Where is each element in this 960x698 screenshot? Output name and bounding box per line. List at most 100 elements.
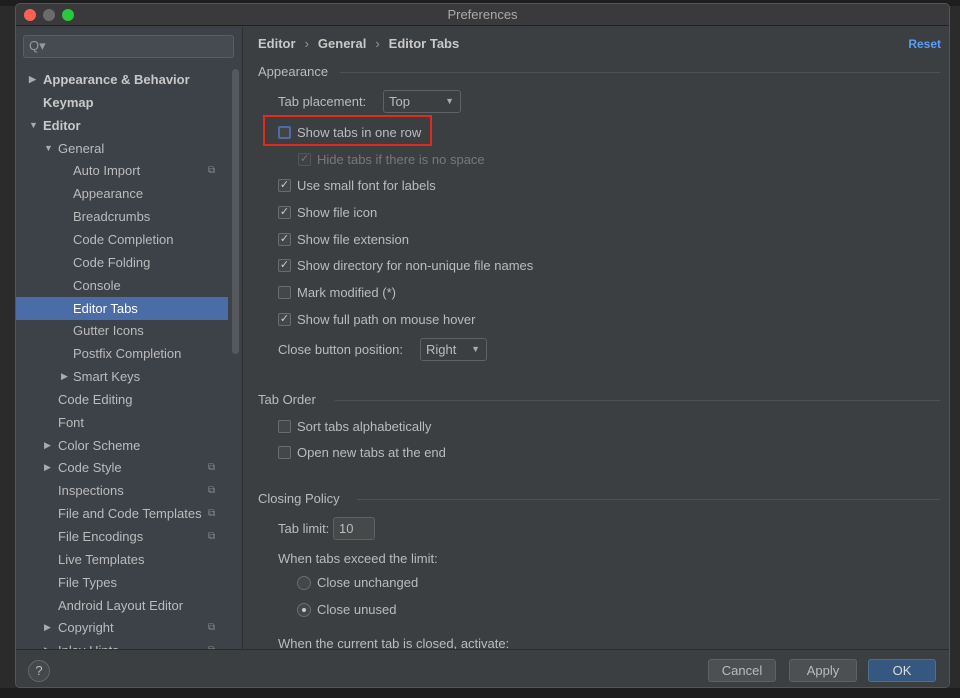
project-scope-icon: ⧉ bbox=[208, 508, 216, 520]
sidebar-item-appearance-behavior[interactable]: ▶ Appearance & Behavior bbox=[16, 68, 228, 91]
exceed-limit-label: When tabs exceed the limit: bbox=[278, 551, 438, 566]
sidebar-item-label: Editor Tabs bbox=[73, 300, 138, 316]
checkbox-label: Use small font for labels bbox=[297, 178, 436, 193]
sidebar-item-editor-tabs[interactable]: Editor Tabs bbox=[16, 296, 228, 320]
sidebar-item-keymap[interactable]: Keymap bbox=[16, 91, 228, 114]
expand-right-icon[interactable]: ▶ bbox=[44, 456, 51, 479]
sidebar-item-label: Appearance bbox=[73, 186, 144, 202]
sidebar-item-label: Code Editing bbox=[58, 391, 133, 407]
settings-sidebar: Q▾ ▶ Appearance & Behavior Keymap ▼ Editor ▼ G… bbox=[16, 27, 243, 658]
sidebar-item-breadcrumbs[interactable]: Breadcrumbs bbox=[16, 205, 228, 228]
sidebar-item-label: Font bbox=[58, 414, 85, 430]
expand-right-icon[interactable]: ▶ bbox=[61, 365, 68, 388]
title-bar: Preferences bbox=[16, 4, 949, 26]
sidebar-item-editor[interactable]: ▼ Editor bbox=[16, 114, 228, 137]
divider bbox=[357, 499, 940, 500]
sidebar-item-live-templates[interactable]: Live Templates bbox=[16, 548, 228, 571]
checkbox-label: Hide tabs if there is no space bbox=[317, 152, 485, 167]
close-button-position-value: Right bbox=[426, 342, 457, 357]
sidebar-item-gutter-icons[interactable]: Gutter Icons bbox=[16, 319, 228, 342]
checkbox-label: Show full path on mouse hover bbox=[297, 312, 476, 327]
project-scope-icon: ⧉ bbox=[208, 531, 216, 542]
sidebar-item-console[interactable]: Console bbox=[16, 274, 228, 297]
tab-placement-dropdown[interactable]: Top ▼ bbox=[383, 90, 461, 113]
chevron-down-icon: ▼ bbox=[471, 344, 480, 354]
checkbox-label: Open new tabs at the end bbox=[297, 445, 446, 460]
project-scope-icon: ⧉ bbox=[208, 462, 216, 474]
cancel-button[interactable]: Cancel bbox=[708, 659, 776, 682]
breadcrumb: Editor › General › Editor Tabs bbox=[258, 36, 459, 51]
sidebar-item-label: Live Templates bbox=[58, 551, 145, 567]
radio[interactable] bbox=[297, 603, 311, 617]
settings-search-input[interactable]: Q▾ bbox=[23, 35, 234, 58]
breadcrumb-editor[interactable]: Editor bbox=[258, 36, 296, 51]
highlight-annotation bbox=[263, 115, 432, 146]
tab-limit-input[interactable]: 10 bbox=[333, 517, 375, 540]
checkbox[interactable]: ✓ bbox=[278, 179, 291, 192]
sidebar-item-file-types[interactable]: File Types bbox=[16, 571, 228, 594]
sidebar-item-label: Code Style bbox=[58, 460, 122, 476]
sidebar-item-label: Smart Keys bbox=[73, 369, 141, 385]
ok-button[interactable]: OK bbox=[868, 659, 936, 682]
sidebar-item-general[interactable]: ▼ General bbox=[16, 137, 228, 160]
sidebar-item-color-scheme[interactable]: ▶ Color Scheme bbox=[16, 434, 228, 457]
radio-label: Close unused bbox=[317, 602, 397, 617]
sidebar-item-label: Gutter Icons bbox=[73, 323, 144, 339]
checkbox[interactable]: ✓ bbox=[278, 259, 291, 272]
section-tab-order: Tab Order bbox=[258, 392, 316, 407]
checkbox[interactable] bbox=[278, 420, 291, 433]
sidebar-item-label: Breadcrumbs bbox=[73, 209, 151, 225]
close-window-button[interactable] bbox=[24, 9, 36, 21]
checkbox[interactable]: ✓ bbox=[278, 233, 291, 246]
radio[interactable] bbox=[297, 576, 311, 590]
expand-right-icon[interactable]: ▶ bbox=[29, 68, 36, 91]
sidebar-item-code-folding[interactable]: Code Folding bbox=[16, 251, 228, 274]
expand-right-icon[interactable]: ▶ bbox=[44, 434, 51, 457]
minimize-window-button[interactable] bbox=[43, 9, 55, 21]
sidebar-item-label: Android Layout Editor bbox=[58, 597, 184, 613]
sidebar-item-auto-import[interactable]: Auto Import ⧉ bbox=[16, 159, 228, 182]
expand-down-icon[interactable]: ▼ bbox=[29, 114, 38, 137]
sidebar-item-label: File Encodings bbox=[58, 529, 144, 544]
sidebar-item-label: Code Folding bbox=[73, 254, 151, 270]
sidebar-item-file-and-code-templates[interactable]: File and Code Templates ⧉ bbox=[16, 502, 228, 525]
maximize-window-button[interactable] bbox=[62, 9, 74, 21]
expand-right-icon[interactable]: ▶ bbox=[44, 616, 51, 639]
breadcrumb-editor-tabs: Editor Tabs bbox=[388, 36, 460, 51]
divider bbox=[335, 400, 940, 401]
preferences-dialog: Preferences Q▾ ▶ Appearance & Behavior Key… bbox=[15, 3, 950, 688]
apply-button[interactable]: Apply bbox=[789, 659, 857, 682]
search-icon: Q▾ bbox=[29, 38, 46, 53]
sidebar-item-code-editing[interactable]: Code Editing bbox=[16, 388, 228, 411]
checkbox: ✓ bbox=[298, 153, 311, 166]
background bbox=[0, 688, 960, 698]
section-closing-policy: Closing Policy bbox=[258, 491, 340, 506]
sidebar-scrollbar[interactable] bbox=[232, 69, 239, 354]
reset-link[interactable]: Reset bbox=[908, 37, 941, 51]
sidebar-item-label: Editor bbox=[43, 117, 81, 133]
sidebar-item-copyright[interactable]: ▶ Copyright ⧉ bbox=[16, 616, 228, 639]
sidebar-item-label: Auto Import bbox=[73, 163, 141, 179]
checkbox[interactable]: ✓ bbox=[278, 313, 291, 326]
close-button-position-dropdown[interactable]: Right ▼ bbox=[420, 338, 487, 361]
breadcrumb-general[interactable]: General bbox=[318, 36, 366, 51]
sidebar-item-android-layout-editor[interactable]: Android Layout Editor bbox=[16, 594, 228, 617]
sidebar-item-label: File and Code Templates bbox=[58, 506, 202, 522]
sidebar-item-postfix-completion[interactable]: Postfix Completion bbox=[16, 342, 228, 365]
checkbox[interactable] bbox=[278, 446, 291, 459]
checkbox-label: Show file extension bbox=[297, 232, 410, 247]
sidebar-item-file-encodings[interactable]: File Encodings ⧉ bbox=[16, 525, 228, 548]
expand-down-icon[interactable]: ▼ bbox=[44, 137, 53, 160]
sidebar-item-code-style[interactable]: ▶ Code Style ⧉ bbox=[16, 456, 228, 479]
sidebar-item-label: Color Scheme bbox=[58, 437, 141, 453]
sidebar-item-smart-keys[interactable]: ▶ Smart Keys bbox=[16, 365, 228, 388]
checkbox[interactable]: ✓ bbox=[278, 206, 291, 219]
checkbox[interactable] bbox=[278, 286, 291, 299]
sidebar-item-appearance[interactable]: Appearance bbox=[16, 182, 228, 205]
help-button[interactable]: ? bbox=[28, 660, 50, 682]
sidebar-item-label: File Types bbox=[58, 574, 118, 590]
sidebar-item-code-completion[interactable]: Code Completion bbox=[16, 228, 228, 251]
sidebar-item-font[interactable]: Font bbox=[16, 411, 228, 434]
sidebar-item-inspections[interactable]: Inspections ⧉ bbox=[16, 479, 228, 502]
checkbox-label: Show directory for non-unique file names bbox=[297, 258, 534, 273]
